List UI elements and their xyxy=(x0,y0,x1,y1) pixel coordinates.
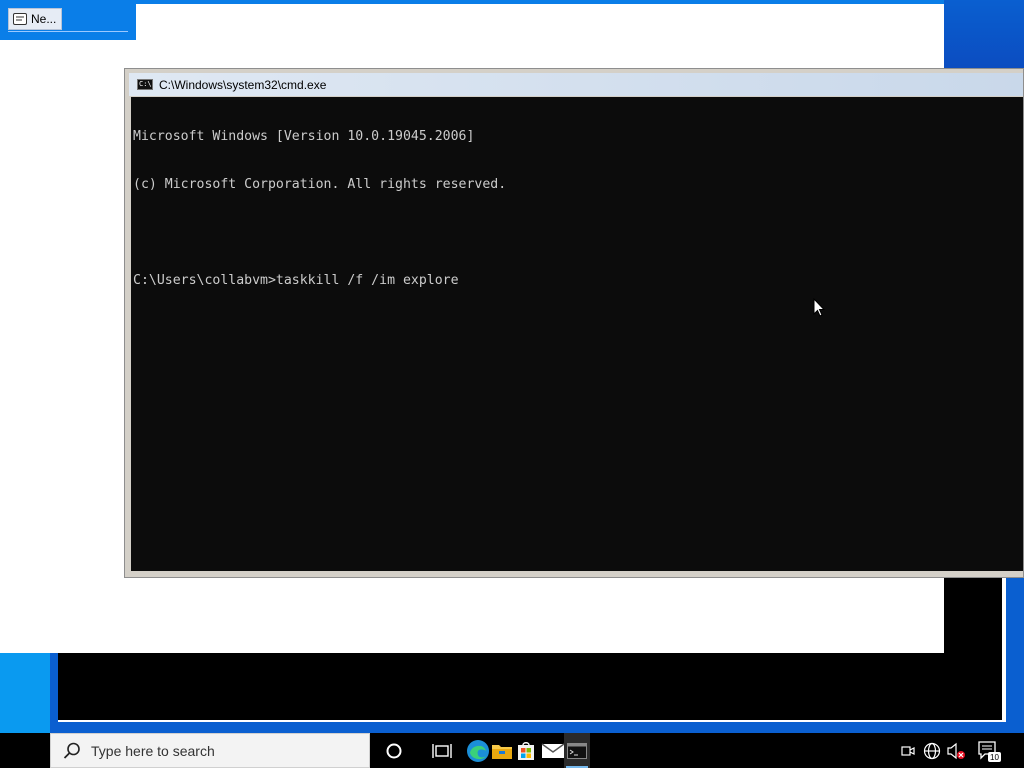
volume-muted-icon[interactable] xyxy=(944,733,968,768)
cmd-taskbar-button[interactable] xyxy=(564,733,590,768)
black-panel xyxy=(944,577,1002,653)
divider xyxy=(8,31,128,32)
window-tab-label: Ne... xyxy=(31,12,57,26)
window-title: C:\Windows\system32\cmd.exe xyxy=(159,77,327,92)
console-line: C:\Users\collabvm>taskkill /f /im explor… xyxy=(133,273,459,288)
taskbar: Type here to search 10 xyxy=(0,733,1024,768)
divider xyxy=(1002,577,1006,722)
meet-now-icon[interactable] xyxy=(898,733,918,768)
console-line: Microsoft Windows [Version 10.0.19045.20… xyxy=(133,129,475,144)
window-titlebar[interactable]: C:\ C:\Windows\system32\cmd.exe xyxy=(129,73,1023,96)
edge-icon[interactable] xyxy=(464,733,492,768)
search-icon xyxy=(63,742,80,759)
window-tab[interactable]: Ne... xyxy=(8,8,62,30)
cmd-icon: C:\ xyxy=(137,79,153,90)
search-box[interactable]: Type here to search xyxy=(50,733,370,768)
console-line: (c) Microsoft Corporation. All rights re… xyxy=(133,177,507,192)
black-panel xyxy=(58,653,1003,721)
action-center-icon[interactable]: 10 xyxy=(976,733,1002,768)
network-icon[interactable] xyxy=(920,733,944,768)
store-icon[interactable] xyxy=(514,733,538,768)
notepad-icon xyxy=(13,13,27,25)
mouse-pointer-icon xyxy=(813,298,825,317)
cortana-icon[interactable] xyxy=(380,733,408,768)
notification-count: 10 xyxy=(990,753,999,762)
search-placeholder: Type here to search xyxy=(91,742,215,759)
mail-icon[interactable] xyxy=(540,733,566,768)
task-view-icon[interactable] xyxy=(428,733,456,768)
console-output[interactable]: Microsoft Windows [Version 10.0.19045.20… xyxy=(131,97,1023,571)
cmd-window[interactable]: C:\ C:\Windows\system32\cmd.exe Microsof… xyxy=(124,68,1024,578)
divider xyxy=(58,720,1004,722)
desktop-background xyxy=(0,653,50,733)
blank-window-area xyxy=(136,4,944,40)
file-explorer-icon[interactable] xyxy=(490,733,514,768)
desktop-background xyxy=(944,0,1024,70)
